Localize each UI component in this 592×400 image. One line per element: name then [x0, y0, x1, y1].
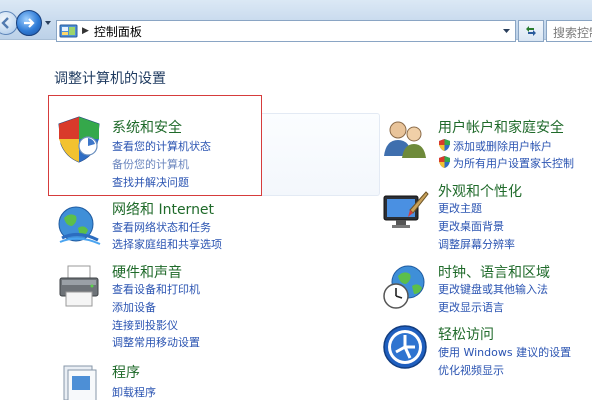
- hover-highlight: [262, 113, 380, 196]
- category-link[interactable]: 备份您的计算机: [112, 156, 189, 172]
- shield-icon[interactable]: [54, 114, 104, 164]
- forward-arrow-icon: [24, 18, 35, 28]
- forward-button[interactable]: [16, 10, 42, 36]
- category-link[interactable]: 更改桌面背景: [438, 218, 504, 234]
- refresh-button[interactable]: [518, 20, 544, 42]
- category-link[interactable]: 调整屏幕分辨率: [438, 236, 515, 252]
- category-title[interactable]: 时钟、语言和区域: [438, 262, 550, 282]
- category-title[interactable]: 用户帐户和家庭安全: [438, 117, 564, 137]
- address-bar[interactable]: ▶ 控制面板: [56, 20, 516, 42]
- programs-icon[interactable]: [54, 358, 104, 400]
- category-title[interactable]: 程序: [112, 362, 140, 382]
- category-link[interactable]: 为所有用户设置家长控制: [453, 155, 574, 171]
- breadcrumb-separator-icon: ▶: [82, 26, 89, 36]
- page-title: 调整计算机的设置: [54, 71, 166, 87]
- address-dropdown-icon[interactable]: [502, 27, 511, 35]
- back-arrow-icon: [1, 17, 9, 29]
- category-link[interactable]: 更改显示语言: [438, 299, 504, 315]
- uac-shield-icon: [439, 139, 450, 151]
- search-input[interactable]: 搜索控制面板: [546, 20, 592, 42]
- category-link[interactable]: 选择家庭组和共享选项: [112, 236, 222, 252]
- printer-icon[interactable]: [54, 262, 104, 312]
- refresh-icon: [526, 26, 536, 36]
- ease-of-access-icon[interactable]: [380, 322, 430, 372]
- category-link[interactable]: 查看设备和打印机: [112, 281, 200, 297]
- clock-globe-icon[interactable]: [380, 262, 430, 312]
- category-link[interactable]: 查找并解决问题: [112, 174, 189, 190]
- category-link[interactable]: 优化视频显示: [438, 362, 504, 378]
- category-link[interactable]: 查看网络状态和任务: [112, 219, 211, 235]
- network-globe-icon[interactable]: [54, 200, 104, 250]
- category-title[interactable]: 系统和安全: [112, 117, 182, 137]
- category-title[interactable]: 网络和 Internet: [112, 199, 214, 219]
- control-panel-icon: [59, 24, 78, 38]
- uac-shield-icon: [439, 156, 450, 168]
- history-dropdown-icon[interactable]: [44, 19, 52, 27]
- navigation-bar: ▶ 控制面板 搜索控制面板: [0, 0, 592, 42]
- category-link[interactable]: 添加设备: [112, 299, 156, 315]
- category-link[interactable]: 连接到投影仪: [112, 317, 178, 333]
- category-title[interactable]: 硬件和声音: [112, 262, 182, 282]
- category-link[interactable]: 更改主题: [438, 200, 482, 216]
- category-link[interactable]: 添加或删除用户帐户: [453, 138, 552, 154]
- category-link[interactable]: 卸载程序: [112, 384, 156, 400]
- category-title[interactable]: 轻松访问: [438, 324, 494, 344]
- appearance-icon[interactable]: [380, 186, 430, 236]
- users-icon[interactable]: [380, 114, 430, 164]
- category-title[interactable]: 外观和个性化: [438, 181, 522, 201]
- category-link[interactable]: 查看您的计算机状态: [112, 138, 211, 154]
- category-link[interactable]: 使用 Windows 建议的设置: [438, 344, 571, 360]
- breadcrumb-control-panel[interactable]: 控制面板: [94, 23, 142, 40]
- category-link[interactable]: 更改键盘或其他输入法: [438, 281, 548, 297]
- category-link[interactable]: 调整常用移动设置: [112, 334, 200, 350]
